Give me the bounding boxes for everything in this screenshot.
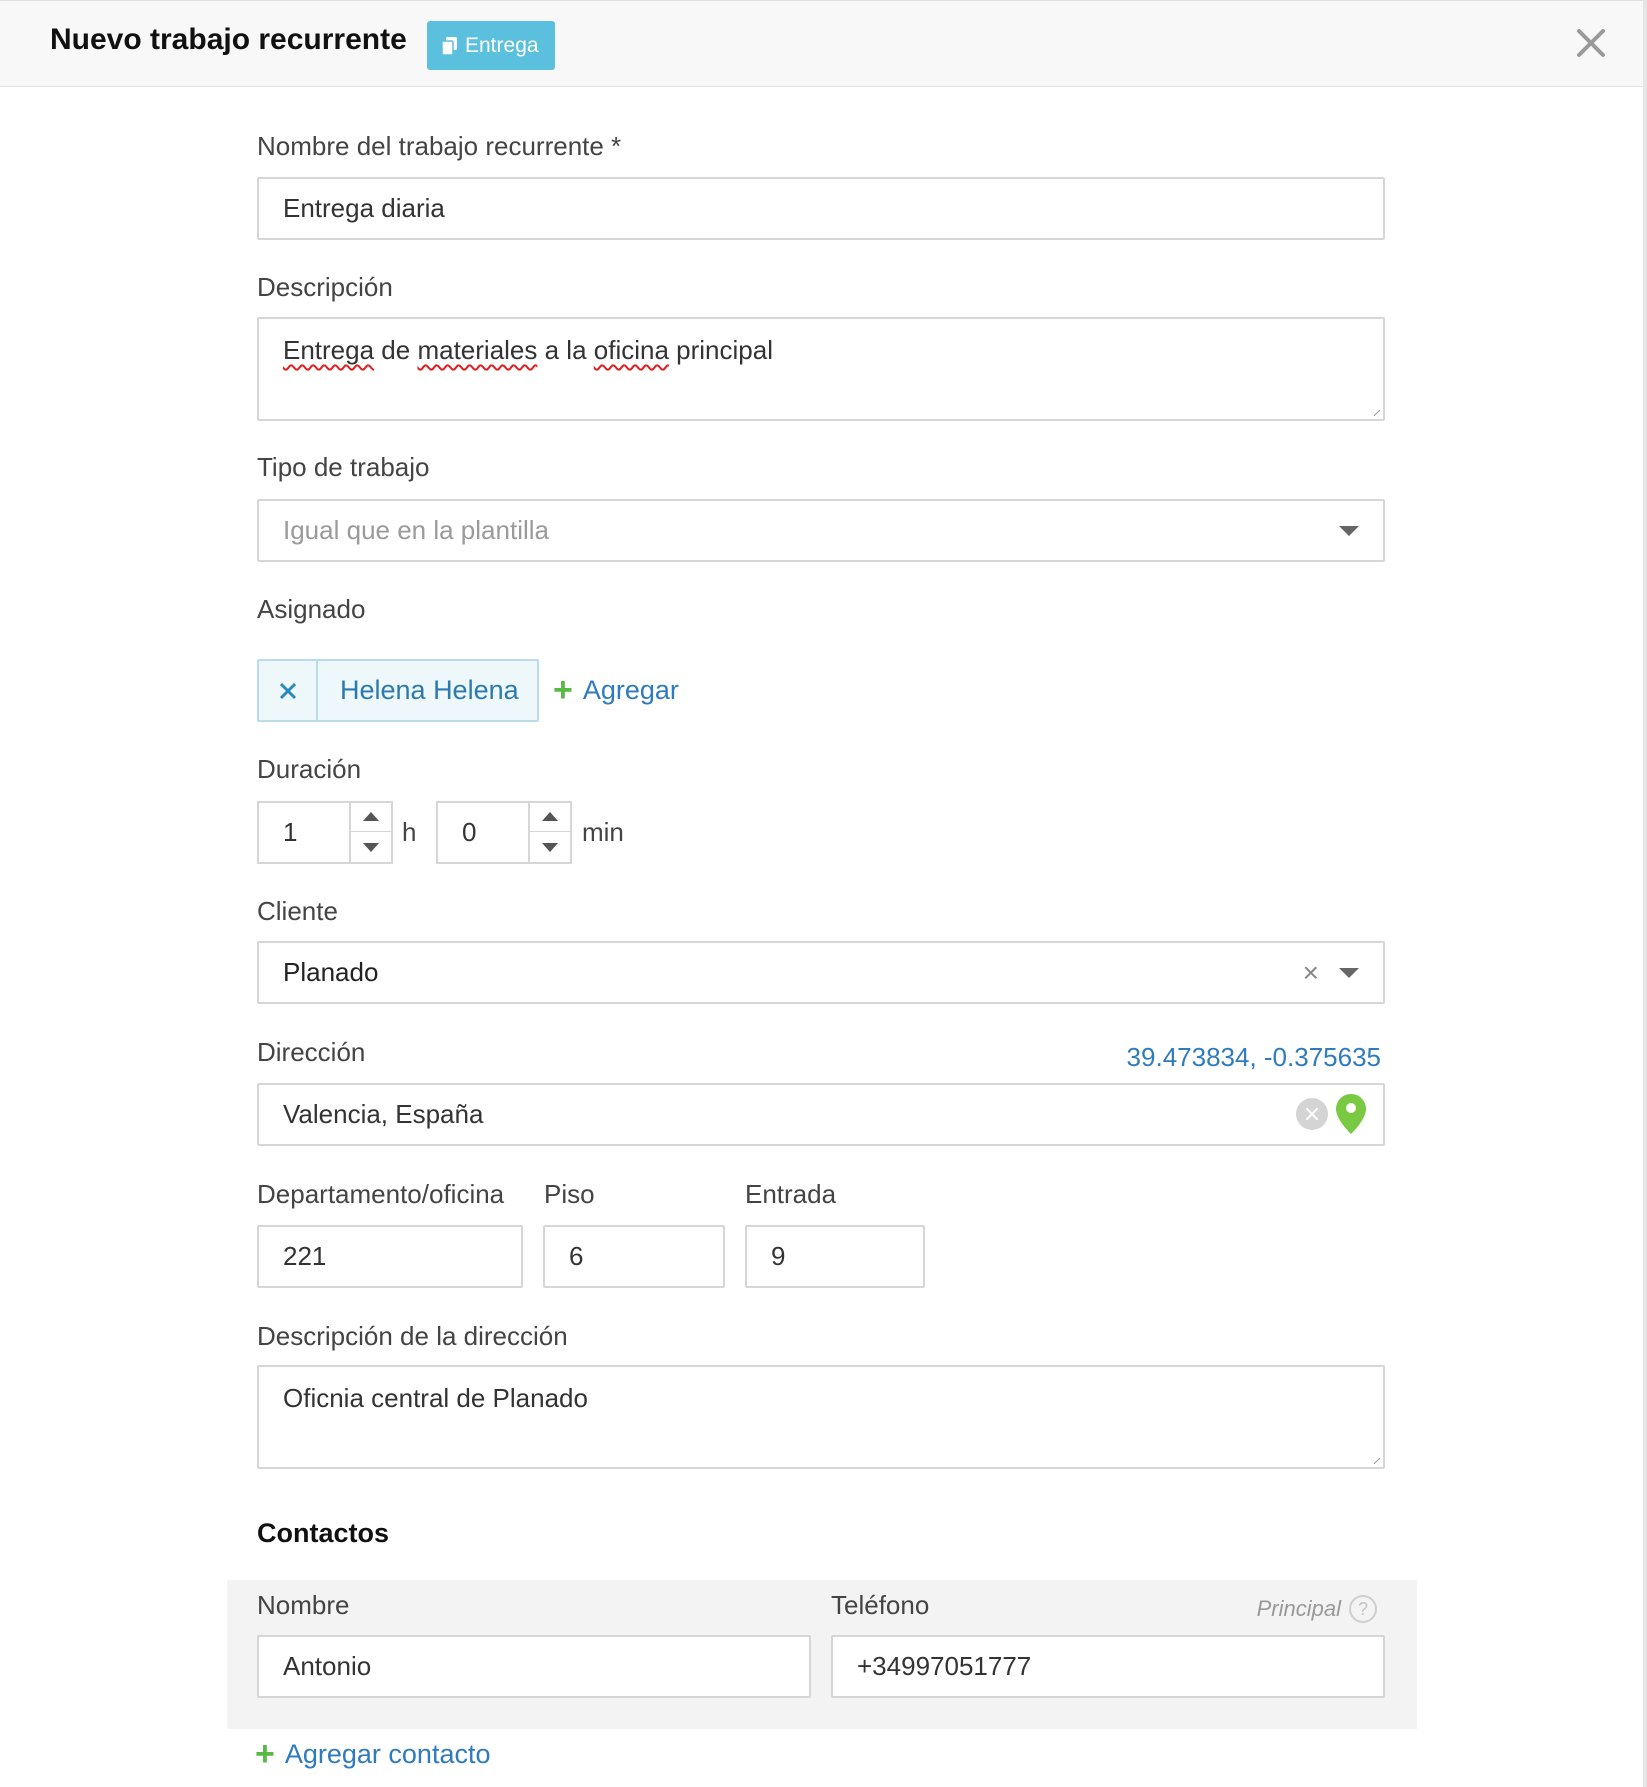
principal-indicator: Principal ? — [1257, 1595, 1377, 1623]
caret-up-icon — [363, 812, 379, 821]
entrance-label: Entrada — [745, 1179, 837, 1209]
modal-header: Nuevo trabajo recurrente Entrega — [0, 0, 1643, 87]
hours-increment-button[interactable] — [351, 803, 391, 832]
minutes-stepper[interactable]: 0 — [436, 801, 572, 864]
add-assignee-label: Agregar — [582, 674, 679, 705]
entrance-value: 9 — [771, 1241, 786, 1271]
address-value: Valencia, España — [283, 1099, 484, 1129]
address-label: Dirección — [257, 1037, 366, 1067]
clear-address-icon[interactable] — [1296, 1098, 1328, 1130]
description-word: materiales — [417, 335, 538, 365]
add-contact-label: Agregar contacto — [284, 1738, 491, 1769]
chevron-down-icon — [1339, 968, 1359, 978]
address-description-label: Descripción de la dirección — [257, 1321, 568, 1351]
address-description-value: Oficnia central de Planado — [283, 1383, 588, 1413]
assignee-name: Helena Helena — [340, 675, 519, 705]
address-description-textarea[interactable]: Oficnia central de Planado — [257, 1365, 1385, 1469]
contact-phone-label: Teléfono — [831, 1590, 930, 1620]
principal-label: Principal — [1256, 1596, 1341, 1621]
help-icon[interactable]: ? — [1349, 1595, 1377, 1623]
entrance-input[interactable]: 9 — [745, 1225, 925, 1288]
description-word: Entrega — [283, 335, 375, 365]
floor-label: Piso — [544, 1179, 595, 1209]
description-word: de — [374, 335, 418, 365]
clear-client-icon[interactable]: × — [1303, 959, 1319, 987]
caret-down-icon — [363, 843, 379, 852]
description-word: oficina — [593, 335, 669, 365]
department-label: Departamento/oficina — [257, 1179, 505, 1209]
address-input[interactable]: Valencia, España — [257, 1083, 1385, 1146]
contact-phone-input[interactable]: +34997051777 — [831, 1635, 1385, 1698]
job-type-select[interactable]: Igual que en la plantilla — [257, 499, 1385, 562]
job-template-badge: Entrega — [427, 21, 555, 70]
minutes-decrement-button[interactable] — [530, 833, 570, 862]
remove-assignee-icon[interactable] — [259, 661, 318, 720]
minutes-increment-button[interactable] — [530, 803, 570, 832]
floor-input[interactable]: 6 — [543, 1225, 725, 1288]
copy-icon — [441, 36, 459, 56]
resize-grip-icon[interactable] — [1374, 410, 1380, 416]
assigned-label: Asignado — [257, 594, 366, 624]
resize-grip-icon[interactable] — [1374, 1458, 1380, 1464]
chevron-down-icon — [1339, 526, 1359, 536]
hours-stepper[interactable]: 1 — [257, 801, 393, 864]
description-word: principal — [668, 335, 773, 365]
description-word: a la — [537, 335, 594, 365]
name-label: Nombre del trabajo recurrente * — [257, 131, 622, 161]
job-type-placeholder: Igual que en la plantilla — [283, 515, 549, 545]
client-select[interactable]: Planado × — [257, 941, 1385, 1004]
minutes-value: 0 — [462, 817, 477, 847]
recurring-job-modal: Nuevo trabajo recurrente Entrega Nombre … — [0, 0, 1647, 1787]
assignee-chip: Helena Helena — [257, 659, 539, 722]
coordinates-link[interactable]: 39.473834, -0.375635 — [1127, 1042, 1381, 1073]
department-input[interactable]: 221 — [257, 1225, 523, 1288]
contact-name-value: Antonio — [283, 1651, 372, 1681]
close-icon[interactable] — [1574, 26, 1608, 60]
name-input-value: Entrega diaria — [283, 193, 445, 223]
name-input[interactable]: Entrega diaria — [257, 177, 1385, 240]
hours-value: 1 — [283, 817, 298, 847]
description-textarea[interactable]: Entrega de materiales a la oficina princ… — [257, 317, 1385, 421]
job-type-label: Tipo de trabajo — [257, 452, 430, 482]
hours-decrement-button[interactable] — [351, 833, 391, 862]
contact-phone-value: +34997051777 — [857, 1651, 1032, 1681]
client-value: Planado — [283, 957, 379, 987]
duration-label: Duración — [257, 754, 362, 784]
badge-label: Entrega — [465, 34, 539, 57]
modal-title: Nuevo trabajo recurrente — [50, 23, 407, 56]
caret-up-icon — [542, 812, 558, 821]
minutes-unit: min — [582, 817, 624, 847]
map-pin-icon[interactable] — [1335, 1093, 1367, 1156]
add-assignee-link[interactable]: + Agregar — [553, 673, 679, 707]
caret-down-icon — [542, 843, 558, 852]
add-contact-link[interactable]: + Agregar contacto — [255, 1737, 490, 1771]
contact-name-label: Nombre — [257, 1590, 350, 1620]
contact-name-input[interactable]: Antonio — [257, 1635, 811, 1698]
contacts-title: Contactos — [257, 1518, 390, 1548]
floor-value: 6 — [569, 1241, 584, 1271]
hours-unit: h — [402, 817, 417, 847]
client-label: Cliente — [257, 896, 338, 926]
scrollbar[interactable] — [1643, 0, 1647, 1787]
department-value: 221 — [283, 1241, 327, 1271]
description-label: Descripción — [257, 272, 393, 302]
plus-icon: + — [553, 671, 573, 709]
plus-icon: + — [255, 1735, 275, 1773]
